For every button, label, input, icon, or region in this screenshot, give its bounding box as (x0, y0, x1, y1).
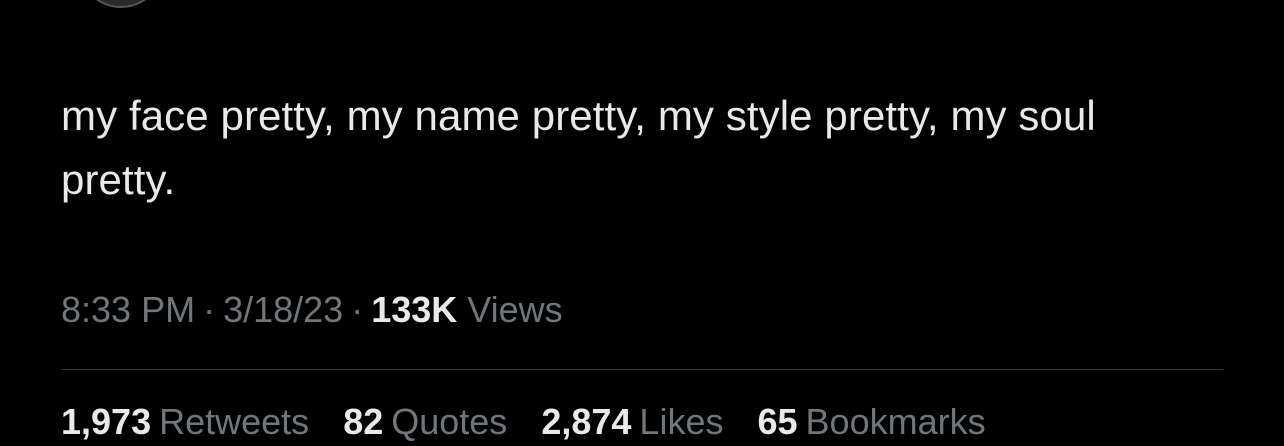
engagement-stats: 1,973 Retweets 82 Quotes 2,874 Likes 65 Book… (61, 398, 1010, 446)
quotes-count: 82 (343, 401, 384, 442)
bookmarks-label: Bookmarks (805, 401, 986, 442)
retweets-count: 1,973 (61, 401, 152, 442)
quotes-stat[interactable]: 82 Quotes (343, 401, 507, 442)
meta-separator: · (351, 289, 364, 330)
tweet-metadata: 8:33 PM · 3/18/23 · 133K Views (61, 286, 563, 334)
retweets-label: Retweets (159, 401, 310, 442)
avatar[interactable] (78, 0, 164, 8)
bookmarks-stat[interactable]: 65 Bookmarks (757, 401, 985, 442)
tweet-time[interactable]: 8:33 PM (61, 289, 195, 330)
meta-separator: · (203, 289, 216, 330)
likes-stat[interactable]: 2,874 Likes (541, 401, 723, 442)
likes-label: Likes (639, 401, 724, 442)
divider (61, 369, 1223, 370)
tweet-text: my face pretty, my name pretty, my style… (61, 92, 1096, 203)
tweet-date[interactable]: 3/18/23 (223, 289, 343, 330)
views-count: 133K (371, 289, 458, 330)
likes-count: 2,874 (541, 401, 632, 442)
bookmarks-count: 65 (757, 401, 798, 442)
views-label: Views (467, 289, 563, 330)
quotes-label: Quotes (391, 401, 508, 442)
retweets-stat[interactable]: 1,973 Retweets (61, 401, 309, 442)
